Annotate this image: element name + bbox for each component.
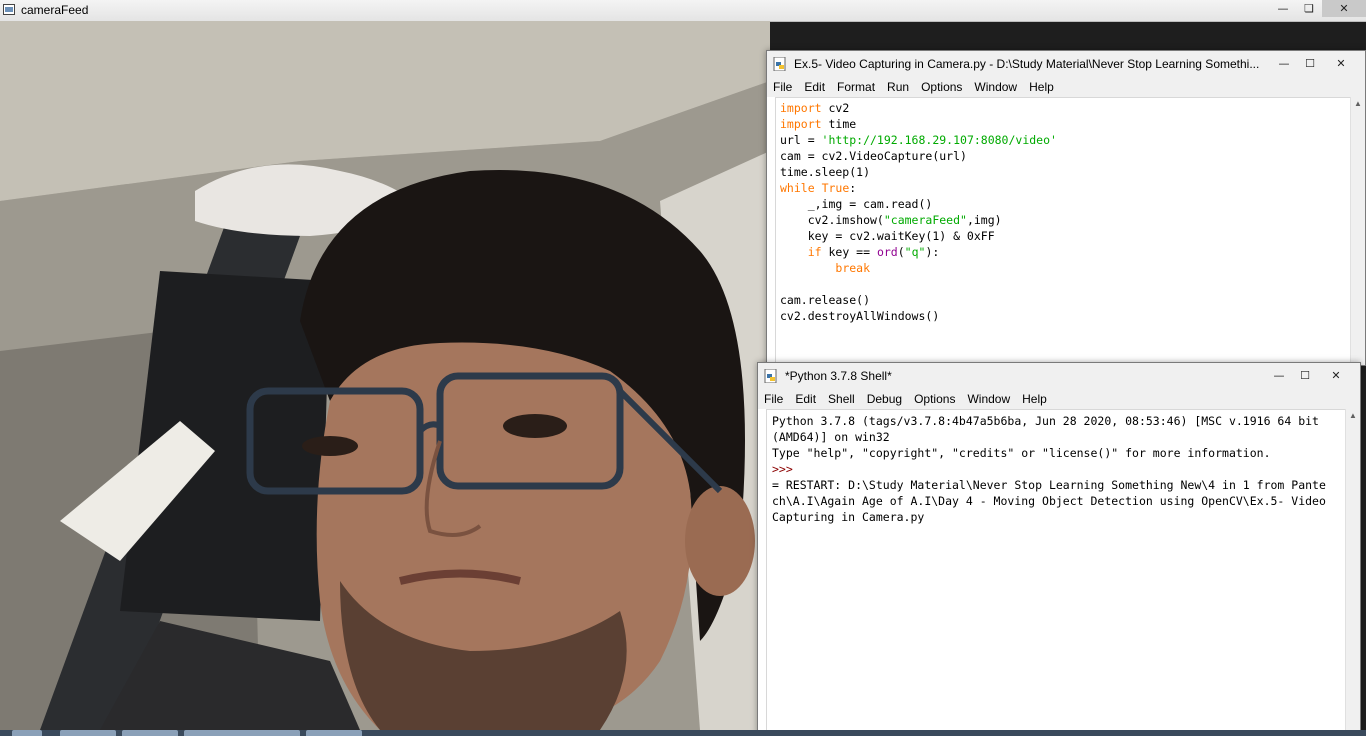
- camera-window-titlebar[interactable]: cameraFeed — ❏ ✕: [0, 0, 1366, 22]
- python-file-icon: [773, 57, 786, 71]
- code-line: break: [835, 261, 871, 275]
- shell-banner-line: Python 3.7.8 (tags/v3.7.8:4b47a5b6ba, Ju…: [772, 414, 1319, 444]
- shell-restart-line: = RESTART: D:\Study Material\Never Stop …: [772, 478, 1326, 524]
- shell-text: Python 3.7.8 (tags/v3.7.8:4b47a5b6ba, Ju…: [767, 410, 1332, 525]
- editor-titlebar[interactable]: Ex.5- Video Capturing in Camera.py - D:\…: [767, 51, 1365, 77]
- menu-edit[interactable]: Edit: [798, 77, 831, 97]
- webcam-frame: [0, 21, 770, 730]
- camera-window-title: cameraFeed: [21, 3, 89, 17]
- menu-options[interactable]: Options: [915, 77, 968, 97]
- menu-file[interactable]: File: [767, 77, 798, 97]
- shell-scrollbar[interactable]: ▲: [1345, 409, 1360, 735]
- code-line: cam.release(): [780, 293, 871, 307]
- scroll-up-arrow-icon[interactable]: ▲: [1351, 97, 1365, 111]
- code-editor[interactable]: import cv2 import time url = 'http://192.1…: [775, 97, 1351, 365]
- menu-window[interactable]: Window: [968, 77, 1023, 97]
- shell-prompt: >>>: [772, 462, 793, 476]
- taskbar: [0, 730, 1366, 736]
- taskbar-item[interactable]: [122, 730, 178, 736]
- editor-window: Ex.5- Video Capturing in Camera.py - D:\…: [766, 50, 1366, 366]
- menu-debug[interactable]: Debug: [861, 389, 908, 409]
- camera-feed-image: [0, 21, 770, 730]
- minimize-button[interactable]: —: [1270, 0, 1296, 17]
- shell-window-title: *Python 3.7.8 Shell*: [785, 369, 892, 383]
- code-text: import cv2 import time url = 'http://192.1…: [776, 98, 1351, 324]
- code-line: cv2.imshow("cameraFeed",img): [780, 213, 1002, 227]
- menu-help[interactable]: Help: [1023, 77, 1060, 97]
- camera-window-controls: — ❏ ✕: [1270, 0, 1366, 17]
- shell-output[interactable]: Python 3.7.8 (tags/v3.7.8:4b47a5b6ba, Ju…: [766, 409, 1346, 735]
- code-line: while True:: [780, 181, 857, 195]
- editor-window-controls: — ☐ ✕: [1271, 55, 1359, 72]
- code-line: if key == ord("q"):: [807, 245, 940, 259]
- shell-menubar: File Edit Shell Debug Options Window Hel…: [758, 389, 1360, 409]
- menu-window[interactable]: Window: [961, 389, 1016, 409]
- python-shell-icon: [764, 369, 777, 383]
- editor-scrollbar[interactable]: ▲: [1350, 97, 1365, 365]
- shell-window-controls: — ☐ ✕: [1266, 367, 1354, 384]
- taskbar-item[interactable]: [184, 730, 300, 736]
- code-line: _,img = cam.read(): [780, 197, 933, 211]
- minimize-button[interactable]: —: [1266, 367, 1292, 384]
- taskbar-start-button[interactable]: [12, 730, 42, 736]
- menu-options[interactable]: Options: [908, 389, 961, 409]
- taskbar-item[interactable]: [306, 730, 362, 736]
- code-line: url = 'http://192.168.29.107:8080/video': [780, 133, 1057, 147]
- menu-file[interactable]: File: [758, 389, 789, 409]
- code-line: import time: [780, 117, 857, 131]
- menu-format[interactable]: Format: [831, 77, 881, 97]
- maximize-button[interactable]: ☐: [1292, 367, 1318, 384]
- code-line: time.sleep(1): [780, 165, 871, 179]
- menu-edit[interactable]: Edit: [789, 389, 822, 409]
- maximize-button[interactable]: ☐: [1297, 55, 1323, 72]
- shell-titlebar[interactable]: *Python 3.7.8 Shell* — ☐ ✕: [758, 363, 1360, 389]
- editor-menubar: File Edit Format Run Options Window Help: [767, 77, 1365, 97]
- code-line: cv2.destroyAllWindows(): [780, 309, 940, 323]
- close-button[interactable]: ✕: [1322, 0, 1366, 17]
- code-line: cam = cv2.VideoCapture(url): [780, 149, 967, 163]
- taskbar-item[interactable]: [60, 730, 116, 736]
- minimize-button[interactable]: —: [1271, 55, 1297, 72]
- menu-run[interactable]: Run: [881, 77, 915, 97]
- editor-window-title: Ex.5- Video Capturing in Camera.py - D:\…: [794, 57, 1260, 71]
- shell-window: *Python 3.7.8 Shell* — ☐ ✕ File Edit She…: [757, 362, 1361, 736]
- close-button[interactable]: ✕: [1318, 367, 1354, 384]
- shell-help-line: Type "help", "copyright", "credits" or "…: [772, 446, 1271, 460]
- scroll-up-arrow-icon[interactable]: ▲: [1346, 409, 1360, 423]
- menu-shell[interactable]: Shell: [822, 389, 861, 409]
- code-line: import cv2: [780, 101, 850, 115]
- close-button[interactable]: ✕: [1323, 55, 1359, 72]
- code-line: key = cv2.waitKey(1) & 0xFF: [780, 229, 995, 243]
- menu-help[interactable]: Help: [1016, 389, 1053, 409]
- window-app-icon: [3, 4, 15, 15]
- maximize-button[interactable]: ❏: [1296, 0, 1322, 17]
